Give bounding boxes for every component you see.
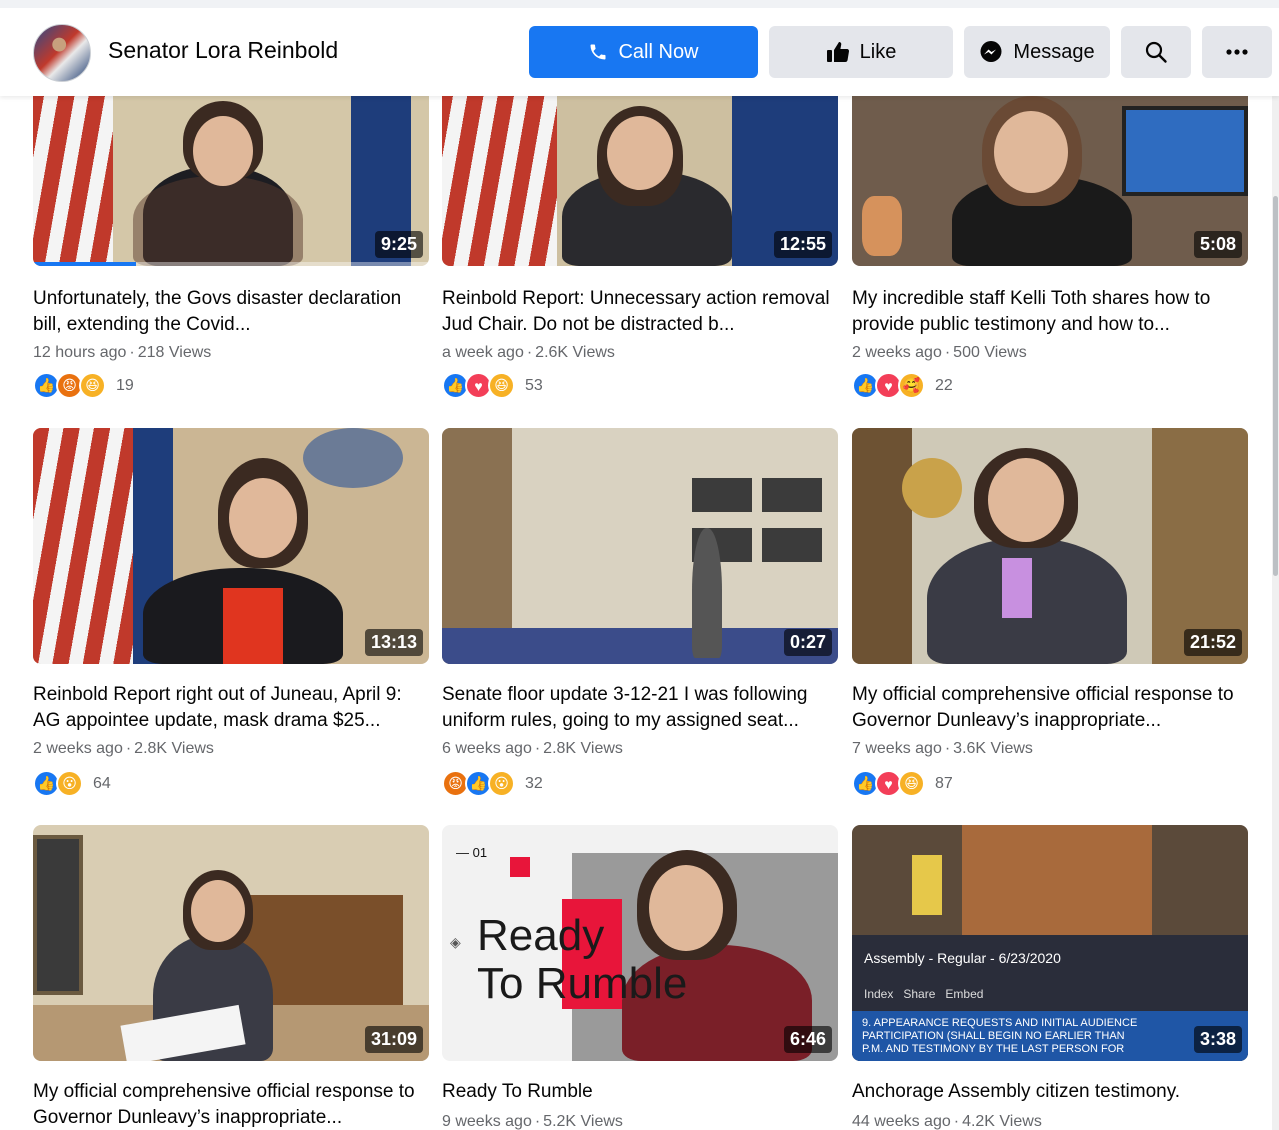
message-label: Message [1013, 40, 1095, 63]
video-duration: 3:38 [1193, 1026, 1242, 1053]
like-page-button[interactable]: Like [769, 26, 953, 78]
video-title[interactable]: My incredible staff Kelli Toth shares ho… [852, 286, 1252, 338]
message-button[interactable]: Message [964, 26, 1110, 78]
video-meta: 2 weeks ago · 500 Views [852, 344, 1027, 361]
more-options-button[interactable] [1202, 26, 1272, 78]
video-meta: 44 weeks ago · 4.2K Views [852, 1113, 1042, 1130]
video-duration: 13:13 [364, 629, 423, 656]
video-thumbnail[interactable]: Assembly - Regular - 6/23/2020 Index Sha… [852, 825, 1248, 1061]
video-thumbnail[interactable]: 12:55 [442, 66, 838, 266]
video-title[interactable]: My official comprehensive official respo… [852, 682, 1252, 734]
reaction-count: 32 [525, 774, 543, 792]
diamond-icon: ◈ [450, 934, 461, 950]
phone-icon [588, 42, 608, 62]
video-thumbnail[interactable]: — 01 ◈ Ready To Rumble 6:46 [442, 825, 838, 1061]
more-horizontal-icon [1226, 49, 1248, 55]
page-name[interactable]: Senator Lora Reinbold [108, 37, 338, 64]
video-meta: 9 weeks ago · 5.2K Views [442, 1113, 623, 1130]
wow-reaction-icon: 😮 [56, 770, 83, 797]
haha-reaction-icon: 😆 [79, 372, 106, 399]
reaction-summary[interactable]: 👍 😮 64 [33, 770, 111, 797]
video-meta: 2 weeks ago · 2.8K Views [33, 740, 214, 757]
reaction-count: 53 [525, 376, 543, 394]
care-reaction-icon: 🥰 [898, 372, 925, 399]
search-button[interactable] [1121, 26, 1191, 78]
video-thumbnail[interactable]: 31:09 [33, 825, 429, 1061]
video-duration: 0:27 [783, 629, 832, 656]
reaction-summary[interactable]: 👍 ♥ 🥰 22 [852, 372, 953, 399]
slide-index: — 01 [456, 845, 488, 860]
scrollbar-thumb[interactable] [1273, 196, 1278, 576]
page-avatar[interactable] [33, 24, 91, 82]
reaction-count: 64 [93, 774, 111, 792]
reaction-summary[interactable]: 👍 ♥ 😆 53 [442, 372, 543, 399]
meeting-tabs: Index Share Embed [864, 987, 984, 1001]
reaction-summary[interactable]: 😡 👍 😮 32 [442, 770, 543, 797]
haha-reaction-icon: 😆 [488, 372, 515, 399]
agenda-item: 9. APPEARANCE REQUESTS AND INITIAL AUDIE… [852, 1011, 1248, 1061]
video-thumbnail[interactable]: 21:52 [852, 428, 1248, 664]
reaction-summary[interactable]: 👍 ♥ 😆 87 [852, 770, 953, 797]
thumbs-up-icon [826, 41, 850, 63]
video-title[interactable]: Reinbold Report right out of Juneau, Apr… [33, 682, 433, 734]
video-duration: 5:08 [1193, 231, 1242, 258]
reaction-count: 87 [935, 774, 953, 792]
reaction-summary[interactable]: 👍 😡 😆 19 [33, 372, 134, 399]
video-thumbnail[interactable]: 0:27 [442, 428, 838, 664]
haha-reaction-icon: 😆 [898, 770, 925, 797]
messenger-icon [979, 40, 1003, 64]
video-meta: 6 weeks ago · 2.8K Views [442, 740, 623, 757]
reaction-count: 22 [935, 376, 953, 394]
video-duration: 12:55 [773, 231, 832, 258]
like-label: Like [859, 40, 897, 63]
video-duration: 9:25 [374, 231, 423, 258]
page-header: Senator Lora Reinbold Call Now Like Mess… [0, 0, 1279, 96]
video-thumbnail[interactable]: 5:08 [852, 66, 1248, 266]
video-duration: 21:52 [1183, 629, 1242, 656]
video-duration: 31:09 [364, 1026, 423, 1053]
search-icon [1144, 40, 1168, 64]
video-title[interactable]: Senate floor update 3-12-21 I was follow… [442, 682, 842, 734]
reaction-count: 19 [116, 376, 134, 394]
video-duration: 6:46 [783, 1026, 832, 1053]
call-now-label: Call Now [618, 40, 699, 63]
wow-reaction-icon: 😮 [488, 770, 515, 797]
video-title[interactable]: My official comprehensive official respo… [33, 1079, 433, 1130]
thumbnail-headline: Ready To Rumble [477, 911, 688, 1008]
video-thumbnail[interactable]: 13:13 [33, 428, 429, 664]
video-meta: 12 hours ago · 218 Views [33, 344, 212, 361]
video-thumbnail[interactable]: 9:25 [33, 66, 429, 266]
call-now-button[interactable]: Call Now [529, 26, 758, 78]
video-title[interactable]: Unfortunately, the Govs disaster declara… [33, 286, 433, 338]
video-meta: 7 weeks ago · 3.6K Views [852, 740, 1033, 757]
video-title[interactable]: Reinbold Report: Unnecessary action remo… [442, 286, 842, 338]
scrollbar[interactable] [1272, 96, 1279, 1130]
video-meta: a week ago · 2.6K Views [442, 344, 615, 361]
meeting-title: Assembly - Regular - 6/23/2020 [864, 950, 1061, 966]
